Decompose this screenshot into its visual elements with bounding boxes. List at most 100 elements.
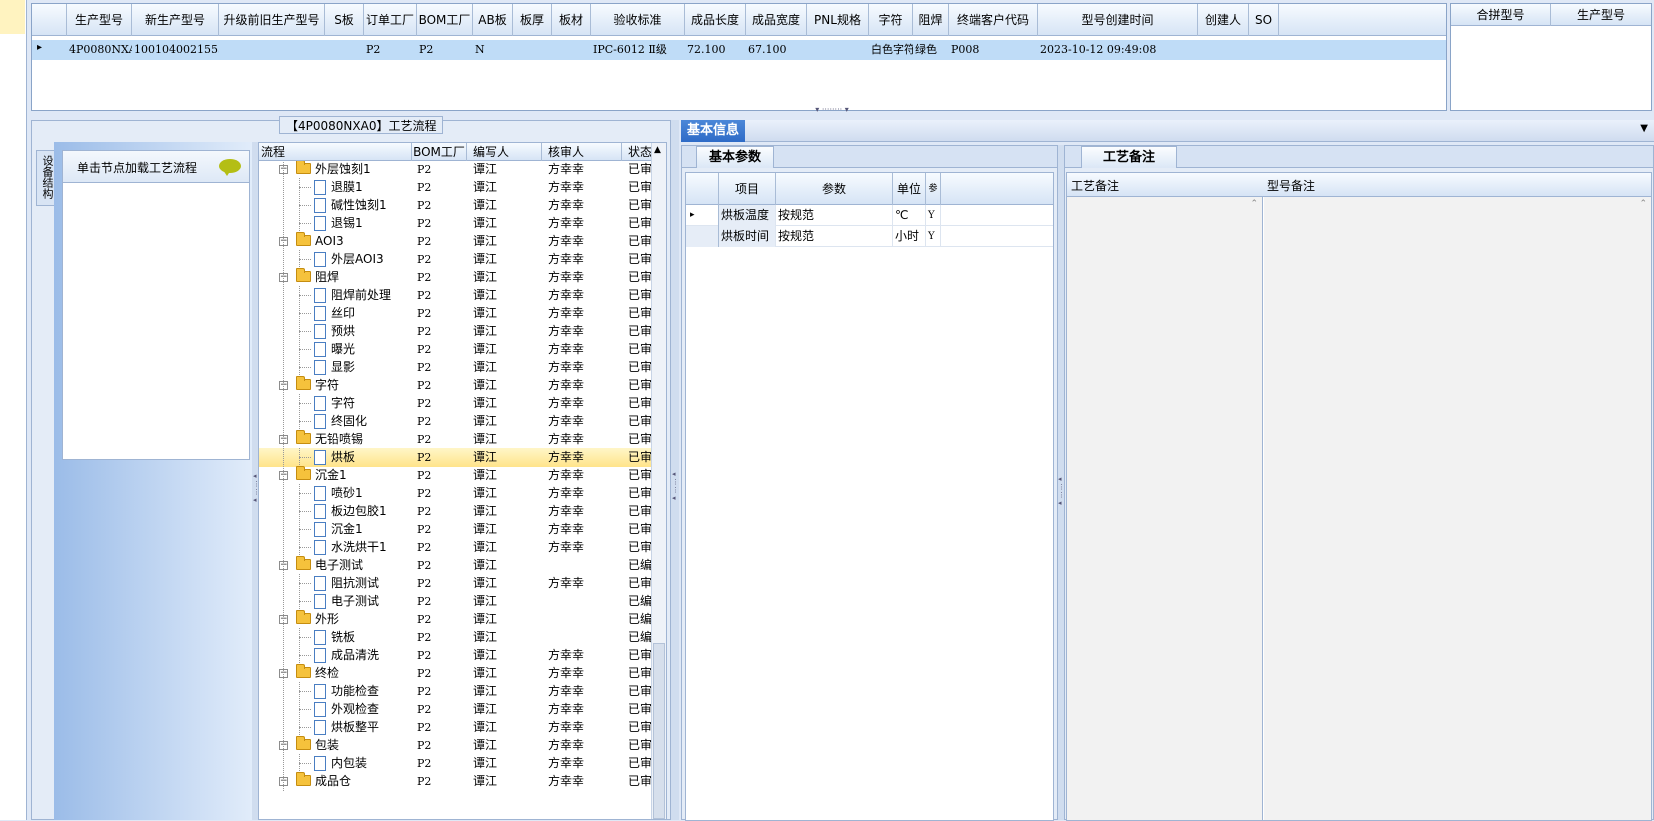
merge-col-1[interactable]: 生产型号 — [1551, 4, 1651, 26]
tree-row[interactable]: 喷砂1P2谭江方幸幸已审核 — [259, 484, 659, 503]
top-col-17[interactable]: 创建人 — [1198, 4, 1249, 36]
tab-process-notes[interactable]: 工艺备注 — [1081, 146, 1177, 168]
tree-row[interactable]: 碱性蚀刻1P2谭江方幸幸已审核 — [259, 196, 659, 215]
top-col-11[interactable]: 成品宽度 — [746, 4, 807, 36]
params-cell-value[interactable]: 按规范 — [776, 226, 893, 247]
tree-row[interactable]: 终固化P2谭江方幸幸已审核 — [259, 412, 659, 431]
tree-row[interactable]: 水洗烘干1P2谭江方幸幸已审核 — [259, 538, 659, 557]
params-cell-value[interactable]: 按规范 — [776, 205, 893, 226]
top-cell-char[interactable]: 白色字符 — [871, 40, 913, 60]
scroll-up-icon[interactable]: ⌃ — [1639, 199, 1647, 209]
tree-row[interactable]: 字符P2谭江方幸幸已审核 — [259, 394, 659, 413]
top-cell-pnl[interactable] — [809, 40, 869, 60]
tree-scrollbar[interactable]: ▲ — [651, 143, 666, 819]
top-col-4[interactable]: 订单工厂 — [364, 4, 417, 36]
side-tab-device-structure[interactable]: 设备结构 — [36, 150, 54, 206]
tree-row[interactable]: −成品仓P2谭江方幸幸已审核 — [259, 772, 659, 791]
tree-col-bom[interactable]: BOM工厂 — [412, 143, 467, 161]
basic-info-header[interactable]: 基本信息 — [681, 120, 746, 142]
tree-col-flow[interactable]: 流程 — [259, 143, 412, 161]
tree-row[interactable]: −包装P2谭江方幸幸已审核 — [259, 736, 659, 755]
tab-basic-params[interactable]: 基本参数 — [696, 146, 774, 168]
tree-row[interactable]: 外层AOI3P2谭江方幸幸已审核 — [259, 250, 659, 269]
tree-row[interactable]: −字符P2谭江方幸幸已审核 — [259, 376, 659, 395]
top-col-14[interactable]: 阻焊 — [913, 4, 949, 36]
top-cell-so[interactable] — [1251, 40, 1279, 60]
scroll-up-icon[interactable]: ▲ — [654, 145, 661, 155]
top-col-2[interactable]: 升级前旧生产型号 — [219, 4, 325, 36]
tree-row[interactable]: 阻抗测试P2谭江方幸幸已审核 — [259, 574, 659, 593]
scroll-up-icon[interactable]: ⌃ — [1250, 199, 1258, 209]
top-cell-width[interactable]: 67.100 — [748, 40, 807, 60]
top-col-18[interactable]: SO — [1249, 4, 1279, 36]
splitter-grip-top[interactable]: ▾ ········ ▾ — [802, 106, 862, 114]
top-col-7[interactable]: 板厚 — [513, 4, 552, 36]
top-cell-new_model[interactable]: 10010400215556 — [134, 40, 219, 60]
top-col-16[interactable]: 型号创建时间 — [1038, 4, 1198, 36]
params-cell-unit[interactable]: ℃ — [893, 205, 926, 226]
top-cell-created[interactable]: 2023-10-12 09:49:08 — [1040, 40, 1198, 60]
tree-row[interactable]: 曝光P2谭江方幸幸已审核 — [259, 340, 659, 359]
tree-row[interactable]: 沉金1P2谭江方幸幸已审核 — [259, 520, 659, 539]
tree-row[interactable]: 电子测试P2谭江已编写 — [259, 592, 659, 611]
top-cell-thickness[interactable] — [515, 40, 552, 60]
top-cell-bom_factory[interactable]: P2 — [419, 40, 473, 60]
top-cell-s_board[interactable] — [327, 40, 364, 60]
tree-row[interactable]: −无铅喷锡P2谭江方幸幸已审核 — [259, 430, 659, 449]
tree-row[interactable]: −终检P2谭江方幸幸已审核 — [259, 664, 659, 683]
top-col-8[interactable]: 板材 — [552, 4, 591, 36]
tree-row[interactable]: −外形P2谭江已编写 — [259, 610, 659, 629]
top-cell-material[interactable] — [554, 40, 591, 60]
top-cell-order_factory[interactable]: P2 — [366, 40, 417, 60]
splitter-middle[interactable]: ◂ ⋮ ⋮ ◂ — [671, 120, 679, 820]
top-col-1[interactable]: 新生产型号 — [132, 4, 219, 36]
tree-row[interactable]: 内包装P2谭江方幸幸已审核 — [259, 754, 659, 773]
top-cell-ab_board[interactable]: N — [475, 40, 513, 60]
params-row[interactable]: 烘板时间 按规范 小时 Y — [686, 226, 1053, 247]
tree-row[interactable]: 显影P2谭江方幸幸已审核 — [259, 358, 659, 377]
tree-row[interactable]: −外层蚀刻1P2谭江方幸幸已审核 — [259, 161, 659, 179]
params-cell-item[interactable]: 烘板温度 — [719, 205, 776, 226]
params-col-flag[interactable]: 参 — [926, 173, 941, 205]
top-cell-solder[interactable]: 绿色 — [915, 40, 949, 60]
top-col-13[interactable]: 字符 — [869, 4, 913, 36]
dropdown-icon[interactable]: ▼ — [1640, 123, 1648, 134]
tree-row[interactable]: 板边包胶1P2谭江方幸幸已审核 — [259, 502, 659, 521]
tree-col-writer[interactable]: 编写人 — [467, 143, 542, 161]
top-col-15[interactable]: 终端客户代码 — [949, 4, 1038, 36]
tree-row[interactable]: 成品清洗P2谭江方幸幸已审核 — [259, 646, 659, 665]
top-col-6[interactable]: AB板 — [473, 4, 513, 36]
params-col-value[interactable]: 参数 — [776, 173, 893, 205]
params-col-unit[interactable]: 单位 — [893, 173, 926, 205]
model-notes-textarea[interactable]: ⌃ — [1264, 197, 1651, 820]
params-corner[interactable] — [686, 173, 719, 205]
params-row[interactable]: ▸ 烘板温度 按规范 ℃ Y — [686, 205, 1053, 226]
tree-row[interactable]: 退锡1P2谭江方幸幸已审核 — [259, 214, 659, 233]
tree-row[interactable]: 丝印P2谭江方幸幸已审核 — [259, 304, 659, 323]
tree-row[interactable]: 预烘P2谭江方幸幸已审核 — [259, 322, 659, 341]
tree-row[interactable]: 阻焊前处理P2谭江方幸幸已审核 — [259, 286, 659, 305]
tree-row[interactable]: 烘板P2谭江方幸幸已审核 — [259, 448, 659, 467]
top-cell-prod_model[interactable]: 4P0080NXA0 — [69, 40, 132, 60]
tree-row[interactable]: −阻焊P2谭江方幸幸已审核 — [259, 268, 659, 287]
tree-row[interactable]: 外观检查P2谭江方幸幸已审核 — [259, 700, 659, 719]
top-col-12[interactable]: PNL规格 — [807, 4, 869, 36]
params-col-item[interactable]: 项目 — [719, 173, 776, 205]
process-notes-textarea[interactable]: ⌃ — [1067, 197, 1263, 820]
top-col-9[interactable]: 验收标准 — [591, 4, 685, 36]
tree-row[interactable]: 烘板整平P2谭江方幸幸已审核 — [259, 718, 659, 737]
scroll-thumb[interactable] — [653, 643, 665, 819]
top-cell-customer[interactable]: P008 — [951, 40, 1038, 60]
top-grid-corner[interactable] — [32, 4, 67, 36]
merge-col-0[interactable]: 合拼型号 — [1451, 4, 1551, 26]
top-col-3[interactable]: S板 — [325, 4, 364, 36]
top-col-5[interactable]: BOM工厂 — [417, 4, 473, 36]
params-cell-item[interactable]: 烘板时间 — [719, 226, 776, 247]
tree-row[interactable]: 退膜1P2谭江方幸幸已审核 — [259, 178, 659, 197]
params-cell-unit[interactable]: 小时 — [893, 226, 926, 247]
top-cell-old_model[interactable] — [221, 40, 325, 60]
tree-row[interactable]: 功能检查P2谭江方幸幸已审核 — [259, 682, 659, 701]
tree-row[interactable]: −AOI3P2谭江方幸幸已审核 — [259, 232, 659, 251]
params-cell-flag[interactable]: Y — [926, 226, 941, 247]
tree-col-reviewer[interactable]: 核审人 — [542, 143, 622, 161]
